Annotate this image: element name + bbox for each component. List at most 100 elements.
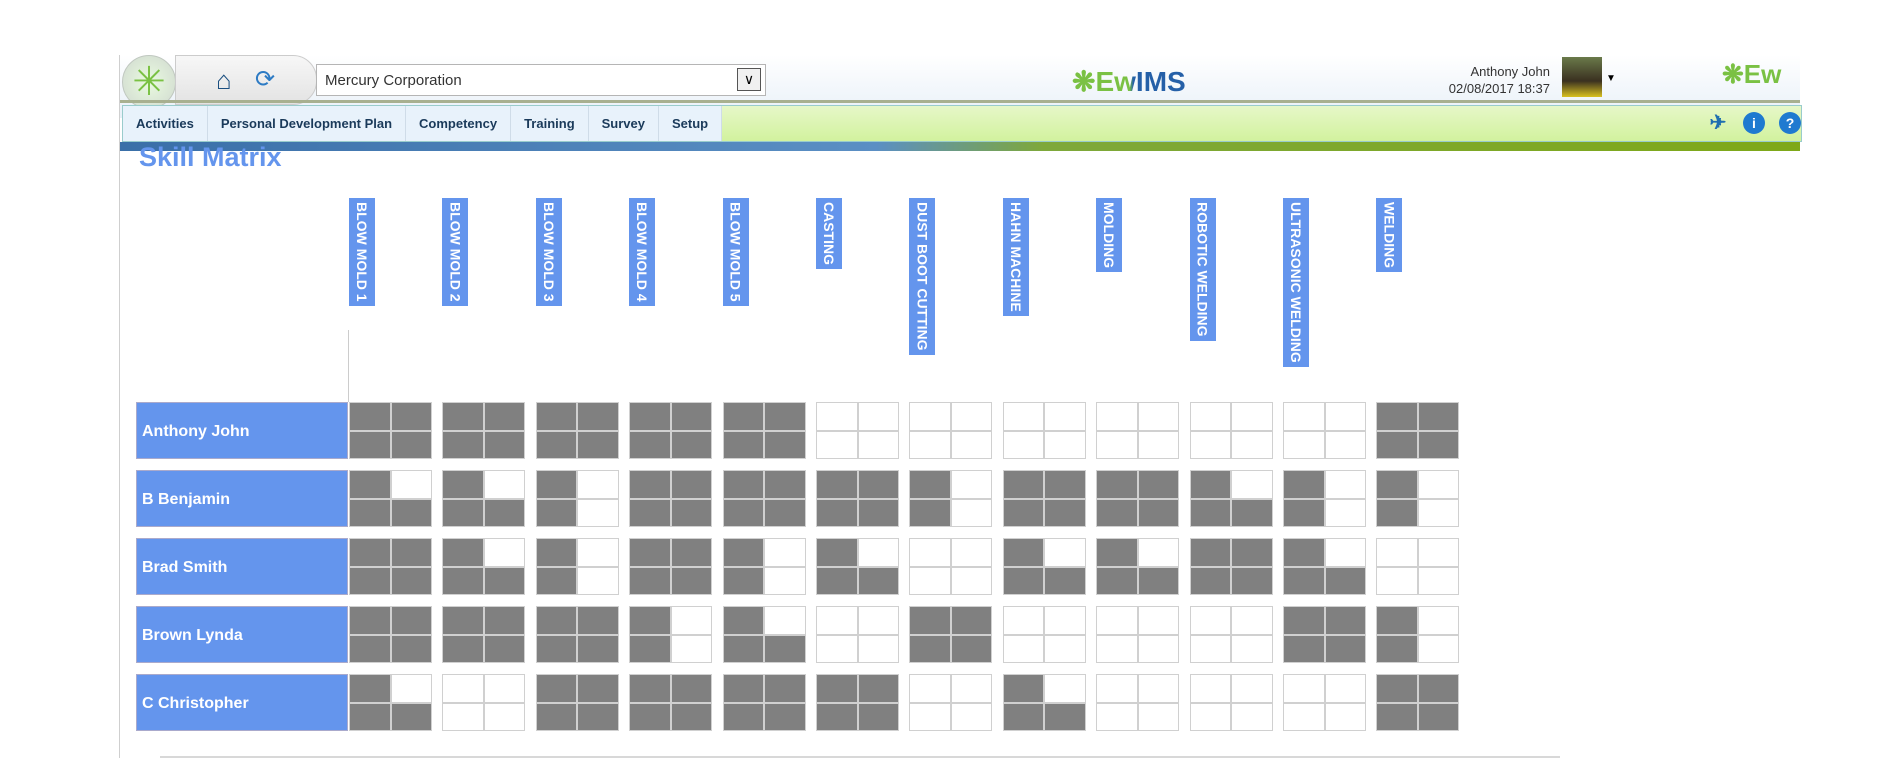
nav-item-activities[interactable]: Activities [123, 106, 208, 141]
skill-level-cell[interactable] [629, 606, 713, 663]
organization-select[interactable]: Mercury Corporation ∨ [316, 64, 766, 96]
skill-level-cell[interactable] [1002, 606, 1086, 663]
skill-level-cell[interactable] [535, 606, 619, 663]
level-quadrant [484, 471, 525, 498]
skill-level-cell[interactable] [1376, 538, 1460, 595]
level-quadrant [630, 607, 670, 634]
skill-level-cell[interactable] [629, 470, 713, 527]
employee-name[interactable]: C Christopher [136, 674, 348, 731]
skill-level-cell[interactable] [722, 538, 806, 595]
help-icon[interactable]: ? [1779, 112, 1801, 134]
skill-level-cell[interactable] [722, 606, 806, 663]
level-quadrant [1045, 607, 1085, 634]
skill-level-cell[interactable] [1189, 674, 1273, 731]
level-quadrant [443, 471, 483, 498]
skill-level-cell[interactable] [349, 402, 432, 459]
chevron-down-icon[interactable]: ∨ [737, 68, 761, 91]
nav-item-setup[interactable]: Setup [659, 106, 723, 141]
skill-level-cell[interactable] [442, 606, 526, 663]
employee-name[interactable]: B Benjamin [136, 470, 348, 527]
skill-level-cell[interactable] [535, 470, 619, 527]
level-quadrant [1284, 471, 1324, 498]
level-quadrant [951, 403, 992, 430]
skill-level-cell[interactable] [1376, 470, 1460, 527]
employee-name[interactable]: Brad Smith [136, 538, 348, 595]
level-quadrant [1097, 635, 1137, 662]
skill-level-cell[interactable] [1283, 402, 1366, 459]
skill-level-cell[interactable] [535, 402, 619, 459]
skill-level-cell[interactable] [1376, 606, 1460, 663]
skill-level-cell[interactable] [629, 402, 713, 459]
skill-level-cell[interactable] [1096, 470, 1180, 527]
skill-level-cell[interactable] [816, 470, 899, 527]
skill-level-cell[interactable] [1002, 470, 1086, 527]
skill-level-cell[interactable] [1189, 470, 1273, 527]
level-quadrant [1377, 471, 1417, 498]
nav-item-training[interactable]: Training [511, 106, 589, 141]
level-quadrant [391, 567, 431, 594]
skill-level-cell[interactable] [1189, 538, 1273, 595]
skill-level-cell[interactable] [816, 538, 899, 595]
refresh-icon[interactable]: ⟳ [255, 65, 275, 94]
skill-level-cell[interactable] [1096, 606, 1180, 663]
employee-name[interactable]: Brown Lynda [136, 606, 348, 663]
skill-level-cell[interactable] [349, 470, 432, 527]
level-quadrant [484, 403, 525, 430]
skill-level-cell[interactable] [1002, 674, 1086, 731]
skill-level-cell[interactable] [816, 674, 899, 731]
home-icon[interactable]: ⌂ [216, 65, 232, 96]
pin-icon[interactable]: ✈ [1707, 112, 1729, 134]
skill-level-cell[interactable] [722, 470, 806, 527]
skill-level-cell[interactable] [1002, 402, 1086, 459]
level-quadrant [443, 567, 483, 594]
skill-level-cell[interactable] [535, 674, 619, 731]
divider [348, 330, 349, 402]
skill-level-cell[interactable] [909, 402, 993, 459]
skill-level-cell[interactable] [629, 538, 713, 595]
skill-level-cell[interactable] [909, 674, 993, 731]
skill-level-cell[interactable] [909, 538, 993, 595]
nav-item-survey[interactable]: Survey [589, 106, 660, 141]
skill-level-cell[interactable] [1283, 470, 1366, 527]
skill-level-cell[interactable] [1002, 538, 1086, 595]
skill-level-cell[interactable] [1283, 674, 1366, 731]
skill-level-cell[interactable] [442, 674, 526, 731]
logo-star-icon: ❋ [1072, 66, 1096, 97]
level-quadrant [350, 607, 390, 634]
caret-down-icon[interactable]: ▼ [1606, 73, 1616, 84]
skill-level-cell[interactable] [629, 674, 713, 731]
skill-level-cell[interactable] [349, 606, 432, 663]
skill-level-cell[interactable] [909, 470, 993, 527]
skill-level-cell[interactable] [1096, 402, 1180, 459]
skill-level-cell[interactable] [1096, 674, 1180, 731]
skill-level-cell[interactable] [1096, 538, 1180, 595]
skill-level-cell[interactable] [442, 402, 526, 459]
skill-level-cell[interactable] [442, 538, 526, 595]
level-quadrant [765, 675, 805, 702]
skill-level-cell[interactable] [722, 674, 806, 731]
skill-level-cell[interactable] [349, 538, 432, 595]
skill-level-cell[interactable] [722, 402, 806, 459]
skill-level-cell[interactable] [1283, 606, 1366, 663]
skill-level-cell[interactable] [1189, 402, 1273, 459]
level-quadrant [443, 635, 483, 662]
skill-level-cell[interactable] [442, 470, 526, 527]
info-icon[interactable]: i [1743, 112, 1765, 134]
skill-level-cell[interactable] [909, 606, 993, 663]
skill-level-cell[interactable] [816, 402, 899, 459]
skill-level-cell[interactable] [816, 606, 899, 663]
level-quadrant [1003, 499, 1044, 526]
level-quadrant [1045, 567, 1085, 594]
employee-name[interactable]: Anthony John [136, 402, 348, 459]
skill-level-cell[interactable] [535, 538, 619, 595]
avatar[interactable] [1562, 57, 1602, 97]
skill-level-cell[interactable] [349, 674, 432, 731]
skill-level-cell[interactable] [1189, 606, 1273, 663]
level-quadrant [536, 703, 577, 730]
skill-level-cell[interactable] [1283, 538, 1366, 595]
level-quadrant [1418, 539, 1459, 566]
nav-item-competency[interactable]: Competency [406, 106, 512, 141]
skill-level-cell[interactable] [1376, 674, 1460, 731]
skill-level-cell[interactable] [1376, 402, 1460, 459]
nav-item-personal-development-plan[interactable]: Personal Development Plan [208, 106, 407, 141]
